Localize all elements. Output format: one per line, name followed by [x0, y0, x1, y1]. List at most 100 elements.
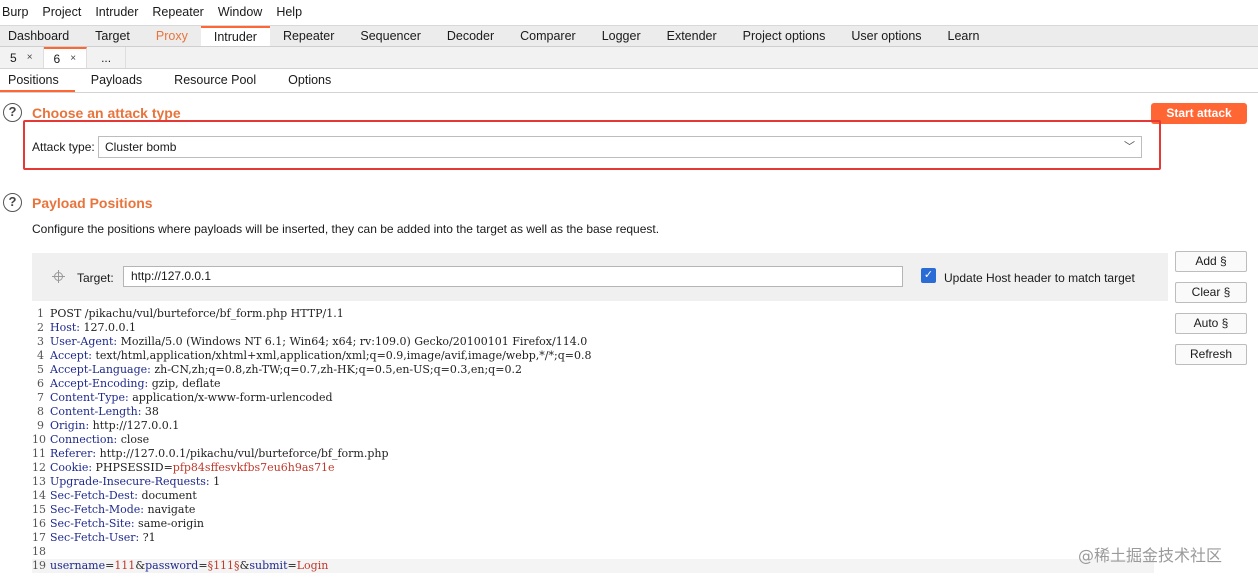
separator: =	[198, 559, 208, 572]
request-line[interactable]: 5 Accept-Language: zh-CN,zh;q=0.8,zh-TW;q…	[32, 363, 1154, 377]
request-line[interactable]: 2 Host: 127.0.0.1	[32, 321, 1154, 335]
header-value: ?1	[139, 531, 156, 544]
header-name: User-Agent:	[50, 335, 118, 348]
tab-dashboard[interactable]: Dashboard	[0, 26, 82, 46]
line-number: 7	[37, 391, 44, 404]
tab-user-options[interactable]: User options	[838, 26, 934, 46]
update-host-checkbox[interactable]: ✓	[921, 268, 936, 283]
attack-type-value: Cluster bomb	[105, 140, 177, 154]
attack-tab-6[interactable]: 6 ×	[43, 47, 88, 68]
request-line[interactable]: 10 Connection: close	[32, 433, 1154, 447]
refresh-button[interactable]: Refresh	[1175, 344, 1247, 365]
header-value: close	[117, 433, 150, 446]
line-text: Accept-Language: zh-CN,zh;q=0.8,zh-TW;q=…	[50, 363, 522, 377]
menu-window[interactable]: Window	[211, 0, 269, 25]
main-tab-bar: Dashboard Target Proxy Intruder Repeater…	[0, 25, 1258, 47]
line-text: Connection: close	[50, 433, 149, 447]
separator: &	[135, 559, 146, 572]
tab-learn[interactable]: Learn	[935, 26, 993, 46]
separator: &	[239, 559, 250, 572]
add-marker-button[interactable]: Add §	[1175, 251, 1247, 272]
tab-comparer[interactable]: Comparer	[507, 26, 589, 46]
line-number: 5	[37, 363, 44, 376]
request-line[interactable]: 19 username=111&password=§111§&submit=Log…	[32, 559, 1154, 573]
menu-repeater[interactable]: Repeater	[145, 0, 210, 25]
menu-help[interactable]: Help	[269, 0, 309, 25]
line-number: 10	[32, 433, 46, 446]
request-line[interactable]: 4 Accept: text/html,application/xhtml+xml…	[32, 349, 1154, 363]
line-number: 17	[32, 531, 46, 544]
header-name: Referer:	[50, 447, 97, 460]
tab-extender[interactable]: Extender	[654, 26, 730, 46]
auto-markers-button[interactable]: Auto §	[1175, 313, 1247, 334]
menu-intruder[interactable]: Intruder	[88, 0, 145, 25]
menu-project[interactable]: Project	[35, 0, 88, 25]
request-line[interactable]: 14 Sec-Fetch-Dest: document	[32, 489, 1154, 503]
tab-intruder[interactable]: Intruder	[200, 26, 270, 46]
line-text: Accept: text/html,application/xhtml+xml,…	[50, 349, 591, 363]
header-name: Accept-Encoding:	[50, 377, 149, 390]
header-value: text/html,application/xhtml+xml,applicat…	[91, 349, 592, 362]
request-line[interactable]: 9 Origin: http://127.0.0.1	[32, 419, 1154, 433]
request-line[interactable]: 7 Content-Type: application/x-www-form-ur…	[32, 391, 1154, 405]
header-value: http://127.0.0.1	[89, 419, 180, 432]
header-name: Accept:	[50, 349, 92, 362]
line-number: 6	[37, 377, 44, 390]
tab-positions[interactable]: Positions	[0, 69, 75, 92]
request-line[interactable]: 16 Sec-Fetch-Site: same-origin	[32, 517, 1154, 531]
tab-options[interactable]: Options	[272, 69, 347, 92]
tab-logger[interactable]: Logger	[589, 26, 654, 46]
param-name: submit	[249, 559, 288, 572]
line-text: Cookie: PHPSESSID=pfp84sffesvkfbs7eu6h9a…	[50, 461, 335, 475]
request-line[interactable]: 13 Upgrade-Insecure-Requests: 1	[32, 475, 1154, 489]
request-line[interactable]: 18	[32, 545, 1154, 559]
header-name: Origin:	[50, 419, 90, 432]
param-name: password	[145, 559, 199, 572]
attack-tab-5[interactable]: 5 ×	[0, 47, 44, 68]
crosshair-icon	[52, 270, 65, 283]
request-line[interactable]: 8 Content-Length: 38	[32, 405, 1154, 419]
tab-sequencer[interactable]: Sequencer	[347, 26, 433, 46]
tab-decoder[interactable]: Decoder	[434, 26, 507, 46]
cookie-value: pfp84sffesvkfbs7eu6h9as71e	[172, 461, 335, 474]
attack-tab-label: 6	[53, 51, 61, 66]
attack-type-select[interactable]: Cluster bomb ﹀	[98, 136, 1142, 158]
tab-target[interactable]: Target	[82, 26, 143, 46]
line-text: Upgrade-Insecure-Requests: 1	[50, 475, 220, 489]
menu-burp[interactable]: Burp	[0, 0, 35, 25]
chevron-down-icon: ﹀	[1124, 141, 1135, 153]
header-name: Cookie:	[50, 461, 93, 474]
request-line[interactable]: 3 User-Agent: Mozilla/5.0 (Windows NT 6.1…	[32, 335, 1154, 349]
request-code[interactable]: 1 POST /pikachu/vul/burteforce/bf_form.ph…	[32, 307, 1154, 573]
line-text: User-Agent: Mozilla/5.0 (Windows NT 6.1;…	[50, 335, 587, 349]
request-line[interactable]: 6 Accept-Encoding: gzip, deflate	[32, 377, 1154, 391]
clear-markers-button[interactable]: Clear §	[1175, 282, 1247, 303]
new-attack-tab[interactable]: ...	[87, 47, 127, 68]
tab-resource-pool[interactable]: Resource Pool	[158, 69, 272, 92]
request-line[interactable]: 12 Cookie: PHPSESSID=pfp84sffesvkfbs7eu6h…	[32, 461, 1154, 475]
header-name: Connection:	[50, 433, 118, 446]
help-icon[interactable]: ?	[3, 193, 22, 212]
tab-payloads[interactable]: Payloads	[75, 69, 158, 92]
close-icon[interactable]: ×	[70, 53, 76, 64]
tab-project-options[interactable]: Project options	[730, 26, 839, 46]
request-line[interactable]: 1 POST /pikachu/vul/burteforce/bf_form.ph…	[32, 307, 1154, 321]
watermark: @稀土掘金技术社区	[1078, 546, 1223, 565]
line-number: 8	[37, 405, 44, 418]
request-line[interactable]: 17 Sec-Fetch-User: ?1	[32, 531, 1154, 545]
tab-proxy[interactable]: Proxy	[143, 26, 201, 46]
header-value: gzip, deflate	[148, 377, 221, 390]
tab-repeater[interactable]: Repeater	[270, 26, 347, 46]
close-icon[interactable]: ×	[27, 52, 33, 63]
start-attack-button[interactable]: Start attack	[1151, 103, 1247, 124]
header-value: PHPSESSID=	[92, 461, 173, 474]
line-text: username=111&password=§111§&submit=Login	[50, 559, 328, 573]
target-input[interactable]: http://127.0.0.1	[123, 266, 903, 287]
line-number: 18	[32, 545, 46, 558]
header-name: Content-Type:	[50, 391, 129, 404]
payload-positions-description: Configure the positions where payloads w…	[32, 222, 660, 236]
request-line[interactable]: 15 Sec-Fetch-Mode: navigate	[32, 503, 1154, 517]
header-name: Content-Length:	[50, 405, 142, 418]
help-icon[interactable]: ?	[3, 103, 22, 122]
request-line[interactable]: 11 Referer: http://127.0.0.1/pikachu/vul/…	[32, 447, 1154, 461]
